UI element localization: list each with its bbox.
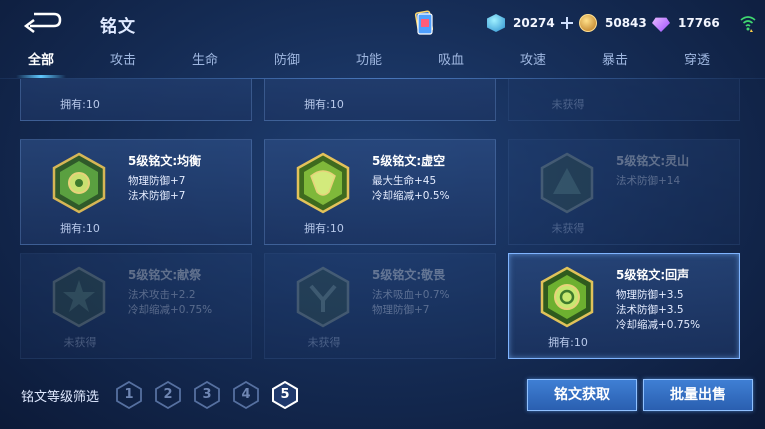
top-bar: 铭文 20274 50843 17766 xyxy=(0,0,765,48)
category-tabs: 全部 攻击 生命 防御 功能 吸血 攻速 暴击 穿透 xyxy=(0,48,765,78)
tab-lifesteal[interactable]: 吸血 xyxy=(410,48,492,78)
tab-utility[interactable]: 功能 xyxy=(328,48,410,78)
level-filter-4[interactable]: 4 xyxy=(233,380,259,410)
owned-count: 拥有:10 xyxy=(304,222,344,235)
add-gem-icon[interactable] xyxy=(560,17,573,29)
inscription-card[interactable]: 未获得 xyxy=(508,79,740,121)
inscription-stat: 冷却缩减+0.5% xyxy=(372,190,450,202)
inscription-stat: 物理防御+7 xyxy=(128,175,186,187)
inscription-card-awe[interactable]: 5级铭文:敬畏 法术吸血+0.7% 物理防御+7 未获得 xyxy=(264,253,496,359)
spirit-mountain-inscription-icon xyxy=(540,152,594,214)
level-filter-3[interactable]: 3 xyxy=(194,380,220,410)
sacrifice-inscription-icon xyxy=(52,266,106,328)
gem-currency[interactable]: 20274 xyxy=(487,12,573,34)
owned-count: 未获得 xyxy=(551,98,585,111)
inscription-card[interactable]: 拥有:10 xyxy=(264,79,496,121)
tab-all[interactable]: 全部 xyxy=(0,48,82,78)
inscription-name: 5级铭文:回声 xyxy=(616,268,690,282)
tab-defense[interactable]: 防御 xyxy=(246,48,328,78)
tab-penetration[interactable]: 穿透 xyxy=(656,48,738,78)
inscription-stat: 法术防御+7 xyxy=(128,190,186,202)
inscription-name: 5级铭文:均衡 xyxy=(128,154,202,168)
crystal-currency: 17766 xyxy=(652,12,720,34)
level-number: 3 xyxy=(202,387,212,402)
void-inscription-icon xyxy=(296,152,350,214)
inscription-stat: 物理防御+7 xyxy=(372,304,430,316)
inscription-name: 5级铭文:敬畏 xyxy=(372,268,446,282)
owned-count: 拥有:10 xyxy=(60,222,100,235)
purple-crystal-icon xyxy=(652,17,670,32)
inscription-name: 5级铭文:虚空 xyxy=(372,154,446,168)
inscription-name: 5级铭文:灵山 xyxy=(616,154,690,168)
inscription-stat: 法术防御+3.5 xyxy=(616,304,684,316)
page-title: 铭文 xyxy=(100,17,136,37)
inscription-name: 5级铭文:献祭 xyxy=(128,268,202,282)
inscription-stat: 最大生命+45 xyxy=(372,175,437,187)
gold-currency: 50843 xyxy=(579,12,647,34)
inscription-stat: 物理防御+3.5 xyxy=(616,289,684,301)
inscription-stat: 冷却缩减+0.75% xyxy=(128,304,213,316)
awe-inscription-icon xyxy=(296,266,350,328)
tab-attack-speed[interactable]: 攻速 xyxy=(492,48,574,78)
level-filter-1[interactable]: 1 xyxy=(116,380,142,410)
gem-amount: 20274 xyxy=(513,16,555,30)
owned-count: 未获得 xyxy=(63,336,97,349)
bulk-sell-button[interactable]: 批量出售 xyxy=(643,379,753,411)
tab-health[interactable]: 生命 xyxy=(164,48,246,78)
level-number: 5 xyxy=(280,387,290,402)
level-number: 4 xyxy=(241,387,251,402)
inscription-stat: 法术攻击+2.2 xyxy=(128,289,196,301)
inscription-card-void[interactable]: 5级铭文:虚空 最大生命+45 冷却缩减+0.5% 拥有:10 xyxy=(264,139,496,245)
tab-critical[interactable]: 暴击 xyxy=(574,48,656,78)
level-number: 1 xyxy=(124,387,134,402)
level-filter-5[interactable]: 5 xyxy=(272,380,298,410)
crystal-amount: 17766 xyxy=(678,16,720,30)
level-filter-label: 铭文等级筛选 xyxy=(21,390,100,405)
tab-attack[interactable]: 攻击 xyxy=(82,48,164,78)
inscription-card-echo[interactable]: 5级铭文:回声 物理防御+3.5 法术防御+3.5 冷却缩减+0.75% 拥有:… xyxy=(508,253,740,359)
inscription-stat: 法术防御+14 xyxy=(616,175,681,187)
inscription-deck-icon[interactable] xyxy=(413,10,435,38)
inscription-card-sacrifice[interactable]: 5级铭文:献祭 法术攻击+2.2 冷却缩减+0.75% 未获得 xyxy=(20,253,252,359)
diamond-coupon-icon xyxy=(487,14,505,32)
owned-count: 拥有:10 xyxy=(548,336,588,349)
gold-amount: 50843 xyxy=(605,16,647,30)
level-number: 2 xyxy=(163,387,173,402)
inscription-stat: 法术吸血+0.7% xyxy=(372,289,450,301)
inscription-card[interactable]: 拥有:10 xyxy=(20,79,252,121)
inscription-grid: 拥有:10 拥有:10 未获得 5级铭文:均衡 物理防御+7 法术防御+7 拥有… xyxy=(0,79,765,365)
wifi-signal-icon xyxy=(740,16,756,32)
owned-count: 未获得 xyxy=(307,336,341,349)
owned-count: 拥有:10 xyxy=(60,98,100,111)
obtain-inscription-button[interactable]: 铭文获取 xyxy=(527,379,637,411)
owned-count: 拥有:10 xyxy=(304,98,344,111)
echo-inscription-icon xyxy=(540,266,594,328)
inscription-stat: 冷却缩减+0.75% xyxy=(616,319,701,331)
level-filter-2[interactable]: 2 xyxy=(155,380,181,410)
balance-inscription-icon xyxy=(52,152,106,214)
gold-coin-icon xyxy=(579,14,597,32)
back-arrow-icon[interactable] xyxy=(20,10,64,34)
inscription-card-spirit-mountain[interactable]: 5级铭文:灵山 法术防御+14 未获得 xyxy=(508,139,740,245)
inscription-card-balance[interactable]: 5级铭文:均衡 物理防御+7 法术防御+7 拥有:10 xyxy=(20,139,252,245)
owned-count: 未获得 xyxy=(551,222,585,235)
